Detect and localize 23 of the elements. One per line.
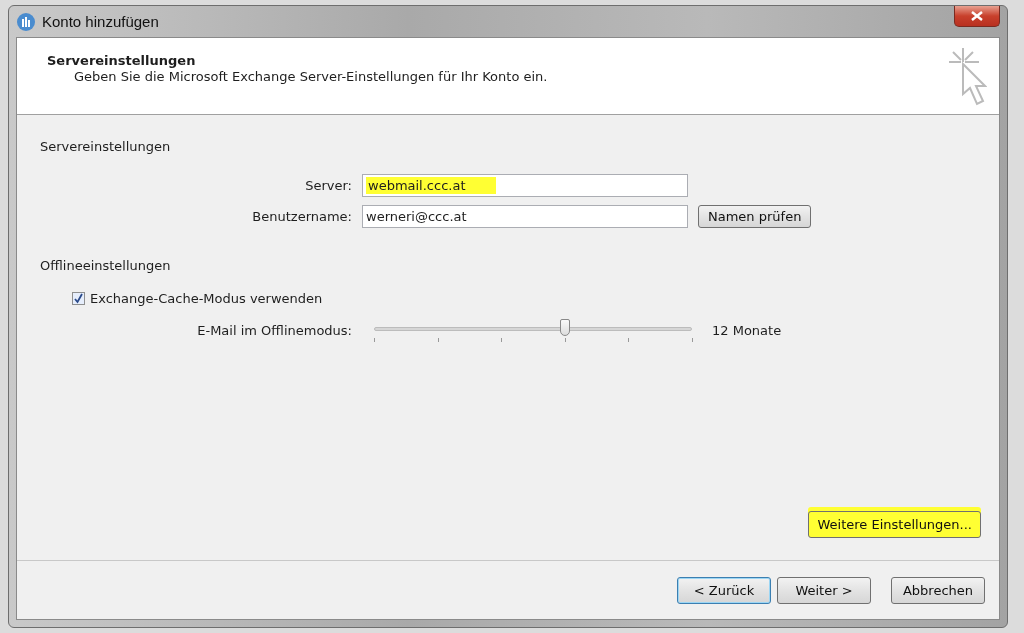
text-field[interactable]: werneri@ccc.at [362, 205, 688, 228]
app-icon [16, 11, 36, 32]
slider-value: 12 Monate [712, 322, 782, 338]
cursor-sparkle-icon [947, 46, 987, 108]
offline-period-slider[interactable] [374, 318, 692, 342]
slider-label: E-Mail im Offlinemodus: [196, 322, 352, 338]
checkbox[interactable] [72, 292, 85, 305]
check-names-button[interactable]: Namen prüfen [698, 205, 812, 228]
page-description: Geben Sie die Microsoft Exchange Server-Einstellungen für Ihr Konto ein. [73, 69, 549, 84]
field-label: Benutzername: [251, 209, 352, 224]
section-heading: Offlineeinstellungen [40, 258, 172, 273]
wizard-button[interactable]: < Zurück [677, 576, 771, 604]
text-field[interactable]: webmail.ccc.at [362, 174, 688, 197]
wizard-button[interactable]: Abbrechen [891, 576, 985, 604]
close-button[interactable] [954, 6, 1000, 27]
wizard-button[interactable]: Weiter > [777, 576, 871, 604]
checkbox-label[interactable]: Exchange-Cache-Modus verwenden [90, 291, 323, 306]
window-title: Konto hinzufügen [42, 13, 159, 30]
section-heading: Servereinstellungen [40, 139, 172, 154]
slider-thumb[interactable] [559, 319, 570, 336]
field-label: Server: [304, 178, 352, 193]
page-heading: Servereinstellungen [47, 53, 197, 68]
close-icon [971, 11, 983, 21]
